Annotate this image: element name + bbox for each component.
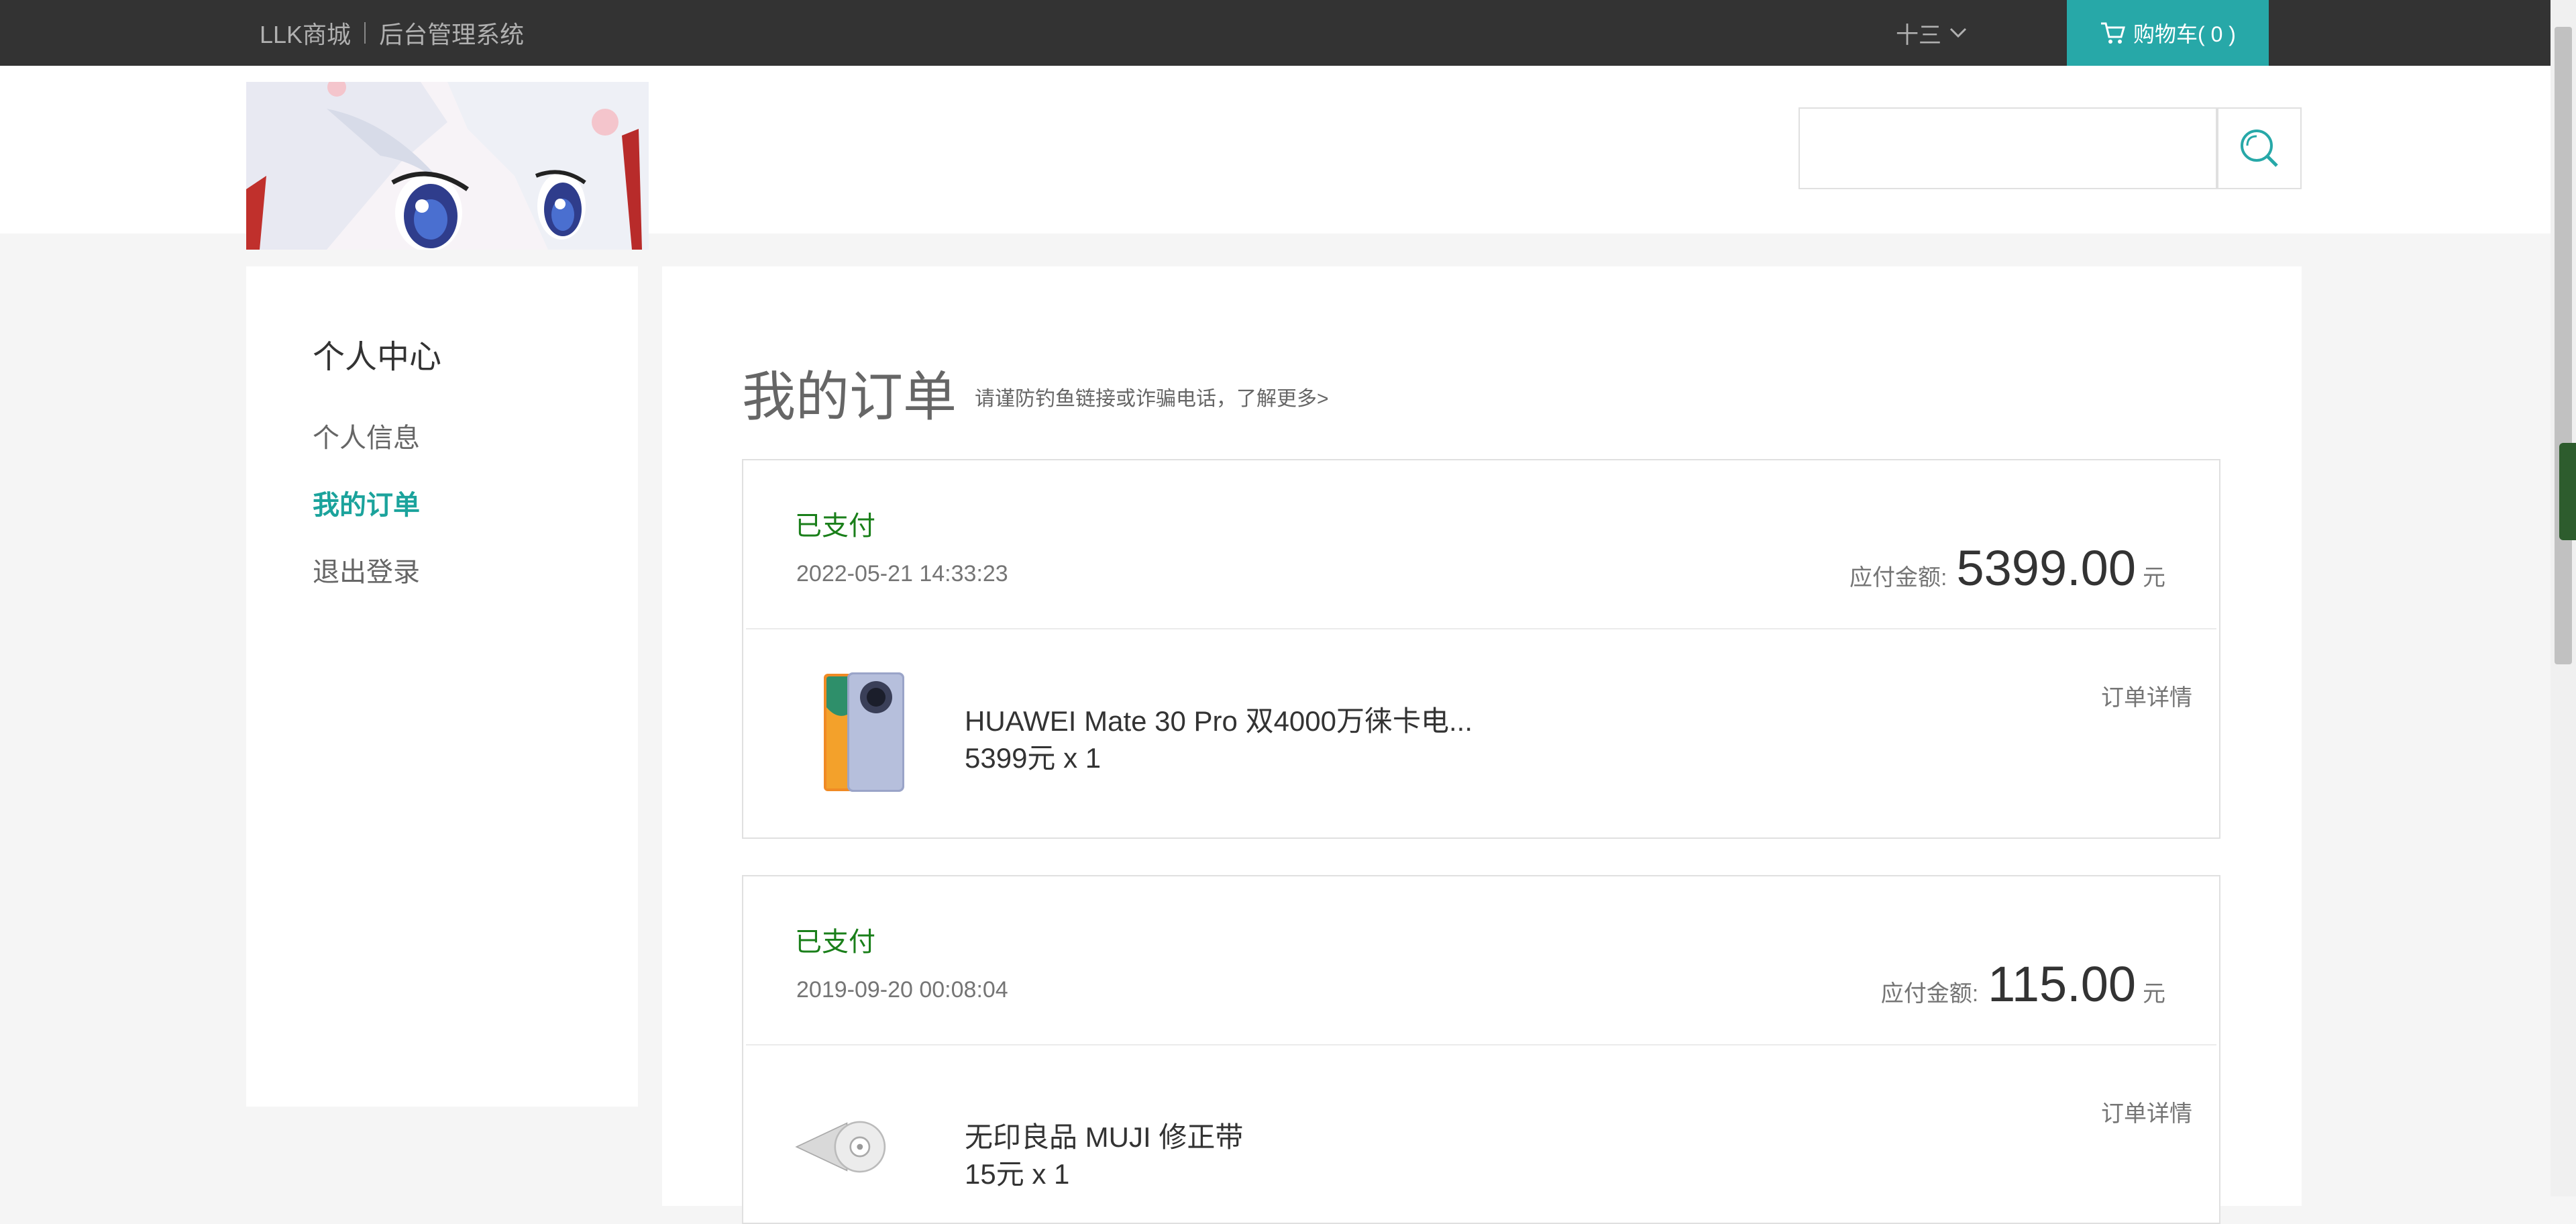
amount-value: 115.00	[1988, 956, 2136, 1012]
product-image-phone[interactable]	[810, 667, 911, 795]
search-input[interactable]	[1799, 107, 2217, 189]
product-price: 15元 x 1	[965, 1158, 1070, 1190]
order-time: 2019-09-20 00:08:04	[796, 977, 1008, 1003]
cart-button[interactable]: 购物车( 0 )	[2067, 0, 2269, 66]
main-content: 我的订单 请谨防钓鱼链接或诈骗电话，了解更多> 已支付 2022-05-21 1…	[662, 266, 2302, 1224]
order-card: 已支付 2019-09-20 00:08:04 应付金额: 115.00 元 无…	[742, 875, 2220, 1224]
user-menu[interactable]: 十三	[1896, 0, 1967, 66]
admin-link[interactable]: 后台管理系统	[379, 15, 524, 50]
search-icon	[2241, 130, 2278, 167]
top-links: LLK商城 后台管理系统	[260, 0, 524, 66]
sidebar: 个人中心 个人信息 我的订单 退出登录	[246, 266, 638, 1107]
scrollbar-thumb[interactable]	[2555, 27, 2572, 664]
product-price: 5399元 x 1	[965, 742, 1102, 774]
order-card: 已支付 2022-05-21 14:33:23 应付金额: 5399.00 元 …	[742, 459, 2220, 839]
top-bar: LLK商城 后台管理系统 十三 购物车( 0 )	[0, 0, 2551, 66]
product-name[interactable]: HUAWEI Mate 30 Pro 双4000万徕卡电...	[965, 699, 1472, 740]
product-name[interactable]: 无印良品 MUJI 修正带	[965, 1115, 1243, 1156]
amount-unit: 元	[2143, 565, 2165, 591]
divider	[746, 1044, 2216, 1046]
cart-icon	[2101, 22, 2126, 44]
sidebar-item-orders[interactable]: 我的订单	[313, 483, 420, 522]
amount-label: 应付金额:	[1849, 565, 1947, 591]
divider	[746, 628, 2216, 629]
order-status: 已支付	[795, 511, 875, 541]
amount-unit: 元	[2143, 981, 2165, 1007]
side-widget-tab[interactable]	[2559, 443, 2576, 540]
anime-girl-logo-image	[246, 82, 649, 250]
separator	[364, 22, 366, 44]
page-title: 我的订单	[742, 367, 957, 427]
cart-label: 购物车( 0 )	[2133, 22, 2236, 46]
order-status: 已支付	[795, 927, 875, 957]
search-button[interactable]	[2217, 107, 2302, 189]
chevron-down-icon	[1949, 28, 1967, 38]
page-scrollbar[interactable]	[2551, 0, 2576, 1196]
sidebar-item-logout[interactable]: 退出登录	[313, 550, 420, 589]
order-detail-link[interactable]: 订单详情	[2101, 679, 2192, 712]
order-time: 2022-05-21 14:33:23	[796, 561, 1008, 586]
order-detail-link[interactable]: 订单详情	[2101, 1095, 2192, 1128]
order-amount: 应付金额: 115.00 元	[1881, 956, 2165, 1013]
user-name: 十三	[1896, 22, 1941, 48]
order-amount: 应付金额: 5399.00 元	[1849, 540, 2165, 597]
sidebar-item-profile[interactable]: 个人信息	[313, 416, 420, 455]
site-logo[interactable]	[246, 82, 649, 250]
store-link[interactable]: LLK商城	[260, 15, 351, 50]
amount-label: 应付金额:	[1880, 981, 1979, 1007]
sidebar-title: 个人中心	[313, 340, 442, 375]
amount-value: 5399.00	[1956, 540, 2137, 596]
fraud-notice-link[interactable]: 请谨防钓鱼链接或诈骗电话，了解更多>	[975, 382, 1329, 411]
product-image-correction-tape[interactable]	[794, 1083, 894, 1211]
